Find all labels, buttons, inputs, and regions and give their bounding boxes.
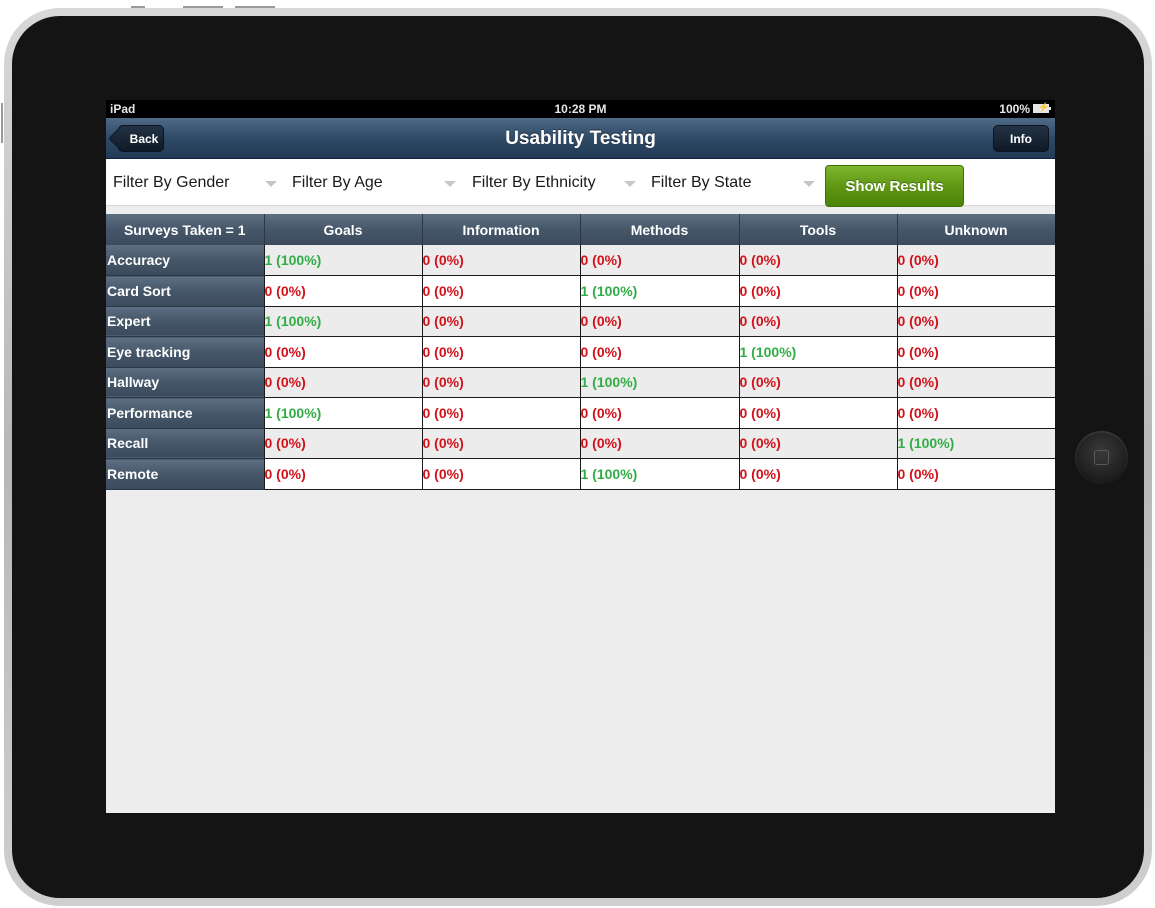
column-header: Goals [264, 214, 423, 245]
volume-button [131, 6, 145, 8]
table-cell: 0 (0%) [739, 306, 898, 337]
status-bar: iPad 10:28 PM 100% ⚡ [106, 100, 1055, 118]
table-cell: 0 (0%) [264, 275, 423, 307]
table-cell: 0 (0%) [264, 367, 423, 398]
switch-button [1, 103, 3, 143]
chevron-down-icon [803, 181, 815, 187]
table-cell: 0 (0%) [422, 428, 581, 459]
filter-gender-select[interactable]: Filter By Gender [106, 159, 281, 206]
row-header: Accuracy [106, 245, 265, 276]
row-header: Recall [106, 428, 265, 459]
table-cell: 0 (0%) [580, 428, 740, 459]
battery-icon: ⚡ [1033, 102, 1051, 113]
info-button[interactable]: Info [993, 125, 1049, 152]
table-row: Expert 1 (100%) 0 (0%) 0 (0%) 0 (0%) 0 (0%) [106, 306, 1055, 337]
table-cell: 0 (0%) [422, 367, 581, 398]
table-body: Accuracy 1 (100%) 0 (0%) 0 (0%) 0 (0%) 0 (0%)… [106, 245, 1055, 490]
column-header: Methods [580, 214, 740, 245]
table-cell: 0 (0%) [580, 306, 740, 337]
row-header: Card Sort [106, 275, 265, 307]
volume-button [235, 6, 275, 8]
chevron-down-icon [444, 181, 456, 187]
filter-ethnicity-select[interactable]: Filter By Ethnicity [465, 159, 640, 206]
filter-bar: Filter By Gender Filter By Age Filter By… [106, 159, 1055, 207]
row-header: Hallway [106, 367, 265, 398]
status-time: 10:28 PM [554, 102, 607, 116]
filter-gender-label: Filter By Gender [113, 173, 230, 191]
table-row: Hallway 0 (0%) 0 (0%) 1 (100%) 0 (0%) 0 (0%) [106, 367, 1055, 398]
table-cell: 0 (0%) [264, 458, 423, 490]
chevron-down-icon [624, 181, 636, 187]
table-cell: 1 (100%) [580, 367, 740, 398]
table-row: Remote 0 (0%) 0 (0%) 1 (100%) 0 (0%) 0 (0%) [106, 458, 1055, 490]
table-cell: 0 (0%) [897, 336, 1055, 368]
filter-age-select[interactable]: Filter By Age [285, 159, 460, 206]
column-header: Information [422, 214, 581, 245]
table-row: Eye tracking 0 (0%) 0 (0%) 0 (0%) 1 (100%) 0 … [106, 336, 1055, 368]
screen: iPad 10:28 PM 100% ⚡ Back Usability Test… [106, 100, 1055, 813]
table-row: Accuracy 1 (100%) 0 (0%) 0 (0%) 0 (0%) 0 (0%) [106, 245, 1055, 276]
table-cell: 1 (100%) [264, 397, 423, 429]
table-row: Recall 0 (0%) 0 (0%) 0 (0%) 0 (0%) 1 (100%) [106, 428, 1055, 459]
table-cell: 0 (0%) [897, 275, 1055, 307]
row-header: Performance [106, 397, 265, 429]
table-cell: 0 (0%) [739, 428, 898, 459]
filter-state-label: Filter By State [651, 173, 752, 191]
navigation-bar: Back Usability Testing Info [106, 118, 1055, 159]
table-cell: 0 (0%) [897, 245, 1055, 276]
chevron-down-icon [265, 181, 277, 187]
results-table: Surveys Taken = 1 Goals Information Meth… [106, 214, 1055, 490]
table-cell: 0 (0%) [739, 275, 898, 307]
filter-age-label: Filter By Age [292, 173, 383, 191]
table-cell: 0 (0%) [739, 458, 898, 490]
table-cell: 0 (0%) [897, 458, 1055, 490]
table-cell: 0 (0%) [897, 397, 1055, 429]
filter-ethnicity-label: Filter By Ethnicity [472, 173, 596, 191]
table-cell: 0 (0%) [422, 336, 581, 368]
table-cell: 0 (0%) [580, 245, 740, 276]
page-title: Usability Testing [505, 128, 656, 149]
column-header: Tools [739, 214, 898, 245]
status-battery: 100% [999, 102, 1030, 116]
table-row: Card Sort 0 (0%) 0 (0%) 1 (100%) 0 (0%) 0 (0%… [106, 275, 1055, 307]
table-cell: 0 (0%) [739, 397, 898, 429]
column-header: Unknown [897, 214, 1055, 245]
table-cell: 0 (0%) [422, 306, 581, 337]
row-header: Eye tracking [106, 336, 265, 368]
table-cell: 0 (0%) [264, 336, 423, 368]
home-button[interactable] [1075, 431, 1128, 484]
filter-state-select[interactable]: Filter By State [644, 159, 819, 206]
table-corner-header: Surveys Taken = 1 [106, 214, 265, 245]
table-header-row: Surveys Taken = 1 Goals Information Meth… [106, 214, 1055, 245]
table-cell: 0 (0%) [422, 245, 581, 276]
volume-button [183, 6, 223, 8]
table-cell: 1 (100%) [580, 458, 740, 490]
table-cell: 1 (100%) [580, 275, 740, 307]
show-results-button[interactable]: Show Results [825, 165, 964, 207]
table-cell: 1 (100%) [264, 306, 423, 337]
table-cell: 0 (0%) [897, 306, 1055, 337]
table-row: Performance 1 (100%) 0 (0%) 0 (0%) 0 (0%) 0 (… [106, 397, 1055, 429]
table-cell: 0 (0%) [580, 397, 740, 429]
table-cell: 0 (0%) [422, 397, 581, 429]
row-header: Remote [106, 458, 265, 490]
table-cell: 1 (100%) [264, 245, 423, 276]
table-cell: 0 (0%) [264, 428, 423, 459]
table-cell: 1 (100%) [739, 336, 898, 368]
table-cell: 0 (0%) [897, 367, 1055, 398]
table-cell: 0 (0%) [422, 275, 581, 307]
table-cell: 0 (0%) [739, 245, 898, 276]
bolt-icon: ⚡ [1038, 102, 1050, 112]
row-header: Expert [106, 306, 265, 337]
table-cell: 0 (0%) [580, 336, 740, 368]
table-cell: 0 (0%) [422, 458, 581, 490]
table-cell: 1 (100%) [897, 428, 1055, 459]
home-square-icon [1094, 450, 1109, 465]
table-cell: 0 (0%) [739, 367, 898, 398]
